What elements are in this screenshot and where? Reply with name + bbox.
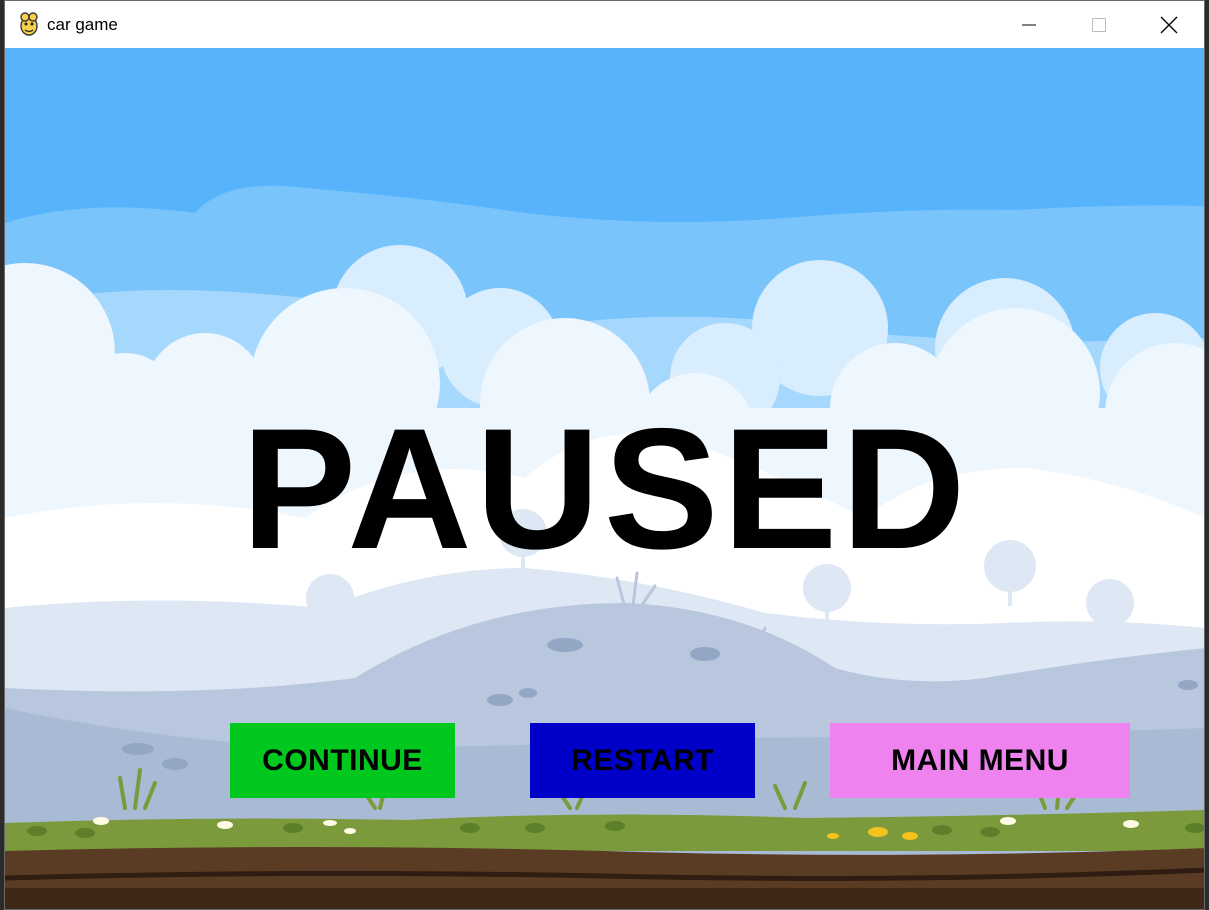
close-icon [1160, 16, 1178, 33]
maximize-button[interactable] [1064, 1, 1134, 48]
minimize-icon [1022, 24, 1036, 25]
app-icon [18, 11, 40, 37]
minimize-button[interactable] [994, 1, 1064, 48]
close-button[interactable] [1134, 1, 1204, 48]
maximize-icon [1092, 17, 1106, 32]
title-bar[interactable]: car game [5, 1, 1204, 48]
main-menu-button[interactable]: MAIN MENU [830, 723, 1130, 798]
game-canvas: PAUSED CONTINUE RESTART MAIN MENU [5, 48, 1204, 909]
paused-title: PAUSED [241, 393, 970, 585]
restart-button[interactable]: RESTART [530, 723, 755, 798]
continue-button[interactable]: CONTINUE [230, 723, 455, 798]
game-window: car game PAUSED CONTINUE RESTART MAIN ME… [4, 0, 1205, 910]
window-title: car game [47, 15, 118, 34]
